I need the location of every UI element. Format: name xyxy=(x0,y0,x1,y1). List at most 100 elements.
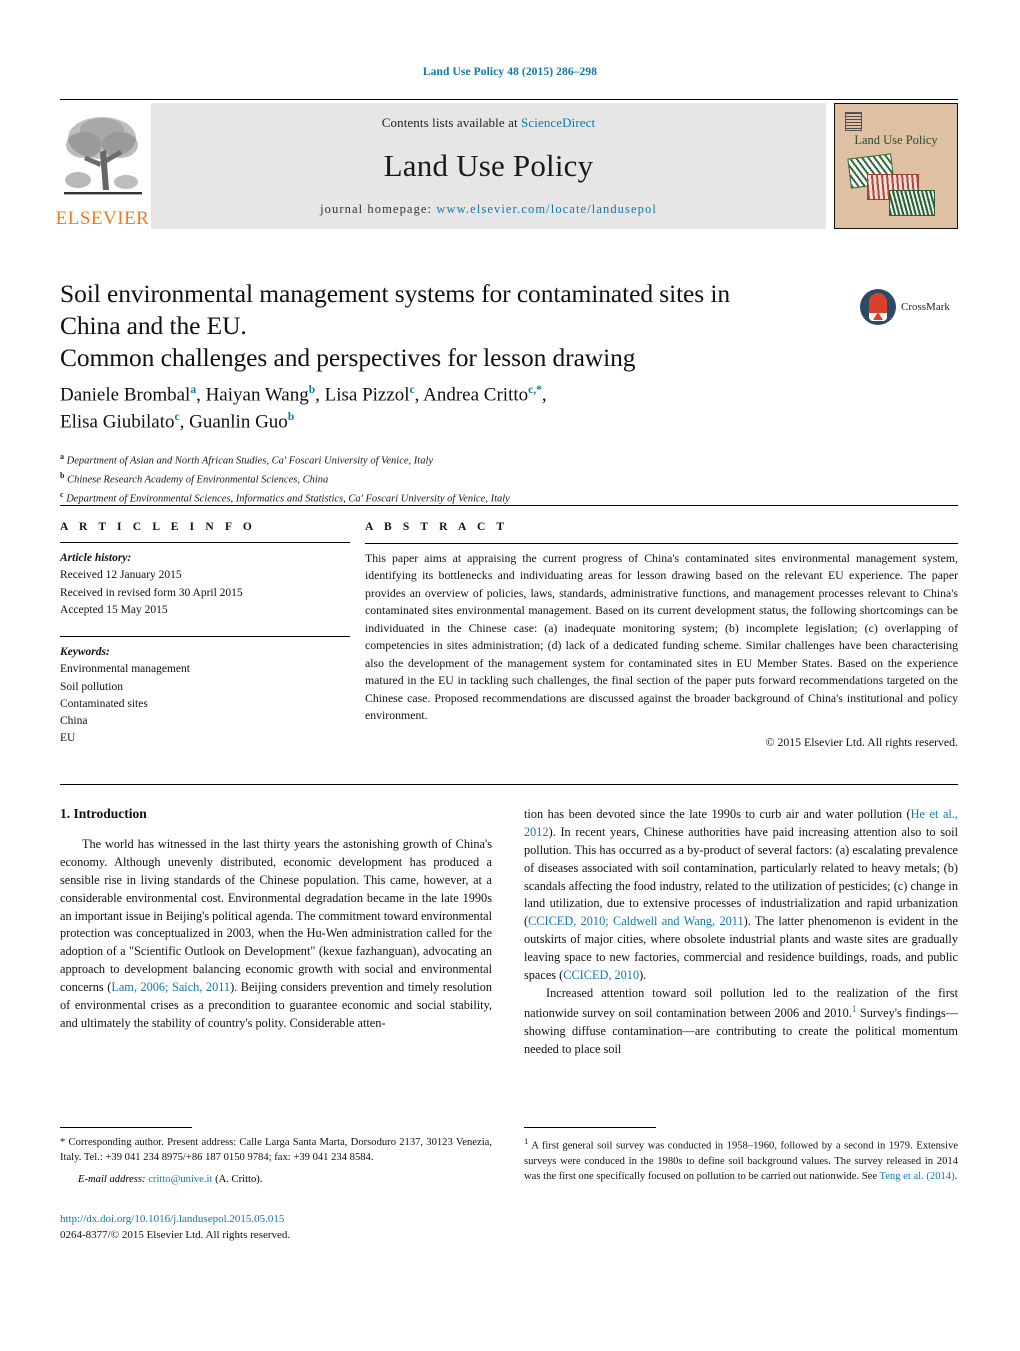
intro-right-a: tion has been devoted since the late 199… xyxy=(524,807,911,821)
abstract-text: This paper aims at appraising the curren… xyxy=(365,551,958,723)
abstract-rule xyxy=(365,543,958,544)
body-left-column: 1. Introduction The world has witnessed … xyxy=(60,806,492,1033)
journal-band: Contents lists available at ScienceDirec… xyxy=(151,103,826,229)
homepage-prefix: journal homepage: xyxy=(320,202,437,216)
footnote-left-rule xyxy=(60,1127,192,1128)
homepage-line: journal homepage: www.elsevier.com/locat… xyxy=(320,202,657,217)
intro-text-a: The world has witnessed in the last thir… xyxy=(60,837,492,995)
keyword-3: China xyxy=(60,715,88,727)
affiliation-text-a: Department of Asian and North African St… xyxy=(66,455,434,467)
abstract-heading: A B S T R A C T xyxy=(365,521,509,533)
crossmark-badge[interactable]: CrossMark xyxy=(860,283,958,331)
abstract-copyright: © 2015 Elsevier Ltd. All rights reserved… xyxy=(765,734,958,749)
affiliation-b: b Chinese Research Academy of Environmen… xyxy=(60,470,850,489)
citation-cciced-caldwell[interactable]: CCICED, 2010; Caldwell and Wang, 2011 xyxy=(528,914,744,928)
abstract-column: A B S T R A C T This paper aims at appra… xyxy=(365,521,958,750)
article-history-label: Article history: xyxy=(60,552,132,564)
affiliation-text-c: Department of Environmental Sciences, In… xyxy=(66,493,510,505)
body-top-rule xyxy=(60,784,958,785)
paragraph-intro-right-1: tion has been devoted since the late 199… xyxy=(524,806,958,985)
author-name-1: Haiyan Wang xyxy=(205,384,309,406)
affiliation-mark-c: c xyxy=(60,489,64,499)
article-info-column: A R T I C L E I N F O Article history: R… xyxy=(60,521,350,748)
doi-block: http://dx.doi.org/10.1016/j.landusepol.2… xyxy=(60,1212,492,1244)
crossmark-label: CrossMark xyxy=(901,301,950,313)
page-title: Soil environmental management systems fo… xyxy=(60,278,850,374)
paragraph-intro-left: The world has witnessed in the last thir… xyxy=(60,836,492,1033)
elsevier-logo: ELSEVIER xyxy=(56,103,149,229)
paragraph-intro-right-2: Increased attention toward soil pollutio… xyxy=(524,985,958,1059)
article-info-rule xyxy=(60,542,350,543)
email-suffix: (A. Critto). xyxy=(212,1174,263,1186)
affiliation-mark-a: a xyxy=(60,452,64,461)
email-label: E-mail address: xyxy=(78,1174,146,1186)
author-name-2: Lisa Pizzol xyxy=(324,384,410,406)
author-name-3: Andrea Critto xyxy=(423,384,529,406)
section-heading-introduction: 1. Introduction xyxy=(60,806,147,821)
contents-prefix: Contents lists available at xyxy=(381,115,522,130)
author-mark-1[interactable]: b xyxy=(309,384,315,396)
footnote-1-body-b: . xyxy=(954,1170,958,1182)
elsevier-tree-icon xyxy=(63,117,142,195)
keywords-block: Keywords: Environmental management Soil … xyxy=(60,644,350,748)
author-mark-3[interactable]: c,* xyxy=(528,384,542,396)
corresponding-author-note: * Corresponding author. Present address:… xyxy=(60,1137,492,1164)
running-head: Land Use Policy 48 (2015) 286–298 xyxy=(422,66,598,78)
citation-lam-saich[interactable]: Lam, 2006; Saich, 2011 xyxy=(111,980,230,994)
history-received: Received 12 January 2015 xyxy=(60,569,182,582)
intro-right-d: ). xyxy=(639,968,647,983)
keyword-4: EU xyxy=(60,732,76,745)
author-name-5: Guanlin Guo xyxy=(189,411,288,433)
article-info-heading: A R T I C L E I N F O xyxy=(60,521,256,533)
keyword-1: Soil pollution xyxy=(60,680,123,693)
intro-right-b: ). In recent years, Chinese authorities … xyxy=(524,824,958,929)
author-name-0: Daniele Brombal xyxy=(60,384,191,406)
article-first-page: Land Use Policy 48 (2015) 286–298 ELSEVI… xyxy=(0,0,1020,1351)
journal-homepage-link[interactable]: www.elsevier.com/locate/landusepol xyxy=(436,202,657,216)
title-line-2: China and the EU. xyxy=(60,310,247,340)
citation-cciced-2010[interactable]: CCICED, 2010 xyxy=(563,968,639,982)
footnote-right-rule xyxy=(524,1127,656,1128)
keywords-label: Keywords: xyxy=(60,646,110,658)
author-mark-4[interactable]: c xyxy=(175,411,180,423)
author-name-4: Elisa Giubilato xyxy=(60,411,175,433)
affiliation-mark-b: b xyxy=(60,470,65,480)
citation-teng-2014[interactable]: Teng et al. (2014) xyxy=(879,1171,954,1182)
contents-line: Contents lists available at ScienceDirec… xyxy=(382,115,595,131)
keywords-rule xyxy=(60,636,350,637)
body-right-column: tion has been devoted since the late 199… xyxy=(524,806,958,1059)
author-mark-0[interactable]: a xyxy=(190,384,196,396)
crossmark-icon xyxy=(860,289,896,325)
affiliation-list: a Department of Asian and North African … xyxy=(60,451,850,507)
history-accepted: Accepted 15 May 2015 xyxy=(60,603,168,616)
elsevier-wordmark: ELSEVIER xyxy=(55,208,150,229)
article-history-block: Article history: Received 12 January 201… xyxy=(60,550,350,619)
sciencedirect-link[interactable]: ScienceDirect xyxy=(521,115,595,130)
footnote-left-block: * Corresponding author. Present address:… xyxy=(60,1127,492,1187)
author-mark-2[interactable]: c xyxy=(410,384,415,396)
footnote-right-block: 1 A first general soil survey was conduc… xyxy=(524,1127,958,1184)
masthead-top-rule xyxy=(60,99,958,100)
cover-photo-crops-icon xyxy=(889,190,935,216)
email-note: E-mail address: critto@unive.it (A. Crit… xyxy=(60,1172,492,1187)
info-abstract-top-rule xyxy=(60,505,958,506)
footnote-1-text: 1 A first general soil survey was conduc… xyxy=(524,1135,958,1184)
keyword-2: Contaminated sites xyxy=(60,697,148,710)
author-mark-5[interactable]: b xyxy=(288,411,294,423)
title-block: Soil environmental management systems fo… xyxy=(60,278,850,374)
issn-copyright-line: 0264-8377/© 2015 Elsevier Ltd. All right… xyxy=(60,1228,291,1241)
journal-title: Land Use Policy xyxy=(383,148,594,183)
cover-title: Land Use Policy xyxy=(854,133,938,147)
author-list: Daniele Brombala, Haiyan Wangb, Lisa Piz… xyxy=(60,384,547,433)
title-line-3: Common challenges and perspectives for l… xyxy=(60,342,636,372)
doi-link[interactable]: http://dx.doi.org/10.1016/j.landusepol.2… xyxy=(60,1212,492,1228)
journal-masthead: ELSEVIER Contents lists available at Sci… xyxy=(56,103,958,229)
affiliation-text-b: Chinese Research Academy of Environmenta… xyxy=(67,474,329,486)
cover-publisher-icon xyxy=(845,112,862,131)
history-revised: Received in revised form 30 April 2015 xyxy=(60,586,243,599)
keyword-0: Environmental management xyxy=(60,663,190,676)
journal-cover-thumbnail: Land Use Policy xyxy=(834,103,958,229)
title-line-1: Soil environmental management systems fo… xyxy=(60,279,731,308)
email-link[interactable]: critto@unive.it xyxy=(148,1174,212,1185)
affiliation-a: a Department of Asian and North African … xyxy=(60,451,850,470)
